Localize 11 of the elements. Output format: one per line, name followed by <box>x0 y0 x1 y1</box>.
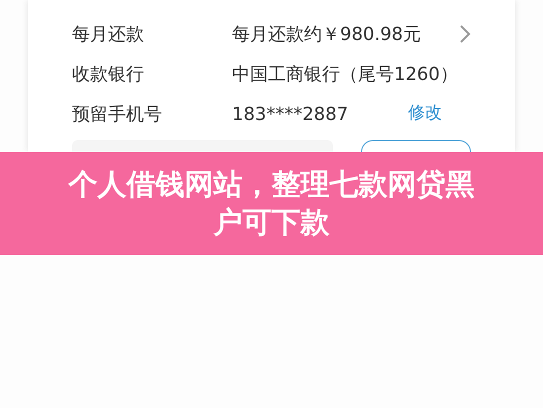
get-code-button[interactable] <box>360 140 471 152</box>
field-value: 183****2887 <box>232 102 348 126</box>
sms-code-field[interactable] <box>72 140 333 152</box>
banner-title: 个人借钱网站，整理七款网贷黑户可下款 <box>67 166 476 240</box>
chevron-right-icon[interactable] <box>459 24 471 44</box>
field-label: 收款银行 <box>72 62 145 86</box>
field-value: 每月还款约￥980.98元 <box>232 22 421 46</box>
field-label: 预留手机号 <box>72 102 163 126</box>
field-value: 中国工商银行（尾号1260） <box>232 62 458 86</box>
edit-link[interactable]: 修改 <box>408 101 442 127</box>
field-label: 每月还款 <box>72 22 145 46</box>
